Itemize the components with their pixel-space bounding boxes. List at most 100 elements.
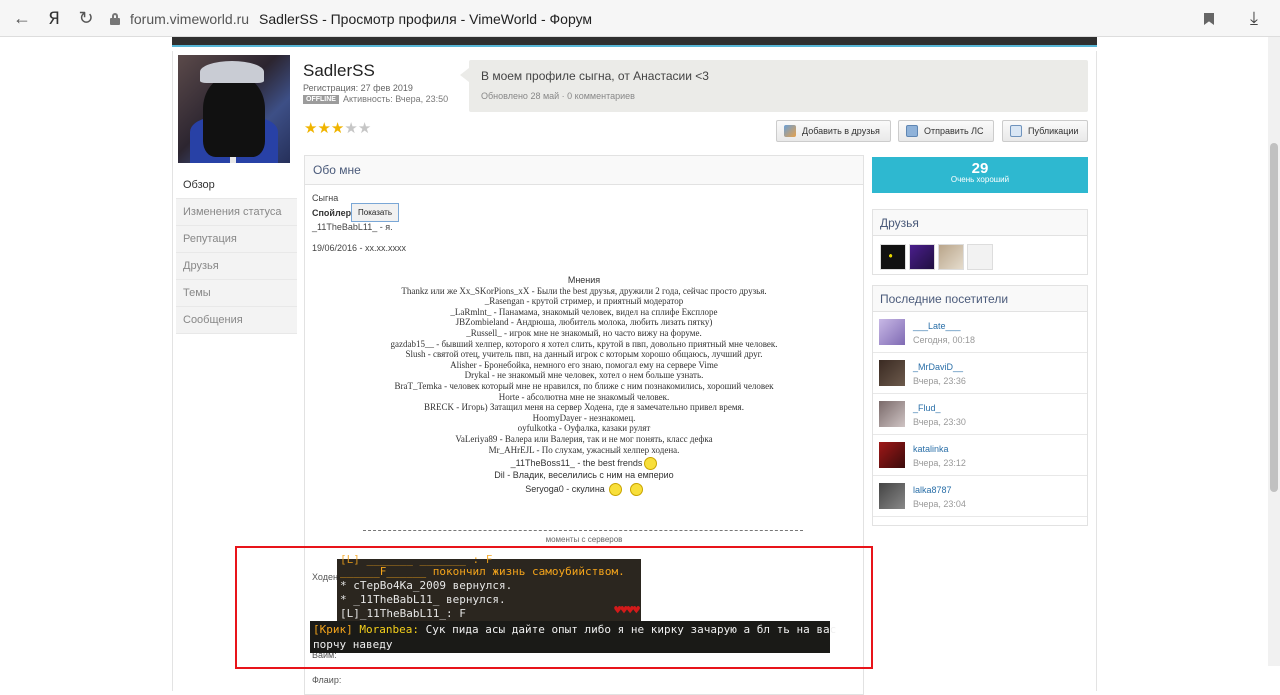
send-pm-button[interactable]: Отправить ЛС (898, 120, 994, 142)
activity-row: OFFLINE Активность: Вчера, 23:50 (303, 94, 448, 104)
visitor-time: Вчера, 23:04 (913, 499, 966, 509)
opinion-line: BraT_Temka - человек который мне не нрав… (394, 380, 774, 391)
last-activity: Активность: Вчера, 23:50 (342, 94, 449, 104)
status-text: В моем профиле сыгна, от Анастасии <3 (481, 69, 709, 83)
opinion-line: oyfulkotka - Оуфалка, казаки рулят (517, 423, 651, 434)
opinion-line: _LaRmlnt_ - Панамама, знакомый человек, … (450, 306, 718, 317)
download-icon[interactable]: ⤓ (1250, 8, 1258, 29)
reputation-box: 29 Очень хороший (872, 157, 1088, 193)
smile-emoji-icon (644, 457, 658, 471)
star-icon: ★ (357, 119, 372, 137)
add-user-icon (784, 125, 796, 137)
opinion-line: Thankz или же Xx_SKorPions_xX - Были the… (401, 285, 767, 296)
visitor-row[interactable]: ___Late___ Сегодня, 00:18 (873, 312, 1087, 353)
about-me-title: Обо мне (305, 156, 863, 185)
sad-emoji-icon (608, 482, 622, 496)
tab-reputation[interactable]: Репутация (176, 226, 297, 253)
opinion-line: Horte - абсолютна мне не знакомый челове… (498, 391, 670, 402)
visitor-row[interactable]: _Flud_ Вчера, 23:30 (873, 394, 1087, 435)
opinion-line: _Russell_ - игрок мне не знакомый, но ча… (466, 327, 702, 338)
address-bar[interactable]: forum.vimeworld.ru SadlerSS - Просмотр п… (110, 8, 1225, 30)
add-friend-button[interactable]: Добавить в друзья (776, 120, 891, 142)
profile-avatar[interactable] (178, 55, 290, 163)
document-icon (1010, 125, 1022, 137)
label-flair: Флаир: (312, 675, 342, 685)
recent-visitors-title: Последние посетители (873, 286, 1087, 312)
offline-badge: OFFLINE (303, 94, 339, 104)
status-meta[interactable]: Обновлено 28 май · 0 комментариев (481, 91, 635, 101)
page: Обзор Изменения статуса Репутация Друзья… (0, 37, 1280, 695)
about-line: Сыгна (312, 193, 339, 203)
opinion-line: _11TheBoss11_ - the best frends (305, 457, 863, 471)
page-title: SadlerSS - Просмотр профиля - VimeWorld … (259, 11, 593, 27)
friend-avatar[interactable] (909, 244, 935, 270)
star-icon: ★ (317, 119, 331, 137)
visitor-name[interactable]: katalinka (913, 444, 949, 454)
opinions-block: Мнения Thankz или же Xx_SKorPions_xX - Б… (305, 275, 863, 496)
rating-stars: ★ ★ ★ ★ ★ (304, 119, 372, 137)
opinion-line: Alisher - Бронебойка, немного его знаю, … (450, 359, 718, 370)
opinions-title: Мнения (567, 275, 601, 285)
tab-topics[interactable]: Темы (176, 280, 297, 307)
scrollbar[interactable] (1268, 37, 1280, 666)
registration-date: Регистрация: 27 фев 2019 (303, 83, 413, 93)
opinion-line: Seryoga0 - скулина (305, 482, 863, 496)
visitor-time: Вчера, 23:36 (913, 376, 966, 386)
sad-emoji-icon (629, 482, 643, 496)
opinion-line: HoomyDayer - незнакомец. (532, 412, 636, 423)
friends-title: Друзья (873, 210, 1087, 236)
visitor-name[interactable]: lalka8787 (913, 485, 952, 495)
reload-icon: ↻ (78, 8, 94, 28)
highlight-frame (235, 546, 873, 669)
visitor-avatar[interactable] (879, 319, 905, 345)
lock-icon (110, 13, 120, 25)
visitor-row[interactable]: lalka8787 Вчера, 23:04 (873, 476, 1087, 517)
tab-messages[interactable]: Сообщения (176, 307, 297, 334)
visitor-name[interactable]: _Flud_ (913, 403, 941, 413)
visitor-name[interactable]: _MrDaviD__ (913, 362, 963, 372)
visitor-avatar[interactable] (879, 360, 905, 386)
url-domain: forum.vimeworld.ru (130, 11, 250, 27)
visitor-time: Вчера, 23:12 (913, 458, 966, 468)
opinion-line: Mr_AHrEJL - По слухам, ужасный хелпер хо… (488, 444, 680, 455)
scrollbar-thumb[interactable] (1270, 143, 1278, 492)
about-line: _11TheBabL11_ - я. (312, 222, 393, 232)
divider (363, 530, 803, 531)
visitor-avatar[interactable] (879, 442, 905, 468)
mail-icon (906, 125, 918, 137)
spoiler-label: Спойлер (312, 208, 352, 218)
back-button[interactable]: ← (6, 0, 38, 37)
opinion-line: Drykal - не знакомый мне человек, хотел … (464, 370, 704, 381)
visitor-row[interactable]: _MrDaviD__ Вчера, 23:36 (873, 353, 1087, 394)
username: SadlerSS (303, 61, 375, 80)
visitor-row[interactable]: katalinka Вчера, 23:12 (873, 435, 1087, 476)
recent-visitors-panel: Последние посетители ___Late___ Сегодня, … (872, 285, 1088, 526)
opinion-line: JBZombieland - Андрюша, любитель молока,… (455, 317, 713, 328)
visitor-time: Сегодня, 00:18 (913, 335, 976, 345)
visitor-avatar[interactable] (879, 401, 905, 427)
visitor-name[interactable]: ___Late___ (913, 321, 961, 331)
posts-button[interactable]: Публикации (1002, 120, 1088, 142)
spoiler-show-button[interactable]: Показать (351, 203, 400, 222)
visitor-avatar[interactable] (879, 483, 905, 509)
yandex-button[interactable]: Я (38, 0, 70, 37)
yandex-icon: Я (48, 8, 60, 29)
reload-button[interactable]: ↻ (70, 0, 102, 37)
opinion-line: Slush - святой отец, учитель пвп, на дан… (405, 349, 763, 360)
friend-avatar[interactable] (938, 244, 964, 270)
status-update: В моем профиле сыгна, от Анастасии <3 Об… (460, 60, 1088, 112)
friend-avatar[interactable] (967, 244, 993, 270)
reputation-label: Очень хороший (950, 175, 1010, 184)
opinion-line: gazdab15__ - бывший хелпер, которого я х… (390, 338, 778, 349)
tab-status-changes[interactable]: Изменения статуса (176, 199, 297, 226)
opinion-line: Dil - Владик, веселились с ним на емпери… (494, 470, 674, 481)
browser-toolbar: ← Я ↻ forum.vimeworld.ru SadlerSS - Прос… (0, 0, 1280, 37)
visitor-time: Вчера, 23:30 (913, 417, 966, 427)
tab-overview[interactable]: Обзор (176, 171, 297, 199)
tab-friends[interactable]: Друзья (176, 253, 297, 280)
opinion-line: VaLeriya89 - Валера или Валерия, так и н… (455, 433, 713, 444)
star-icon: ★ (330, 119, 345, 137)
friends-panel: Друзья (872, 209, 1088, 275)
opinion-line: BRECK - Игорь) Затащил меня на сервер Хо… (424, 402, 744, 413)
friend-avatar[interactable] (880, 244, 906, 270)
